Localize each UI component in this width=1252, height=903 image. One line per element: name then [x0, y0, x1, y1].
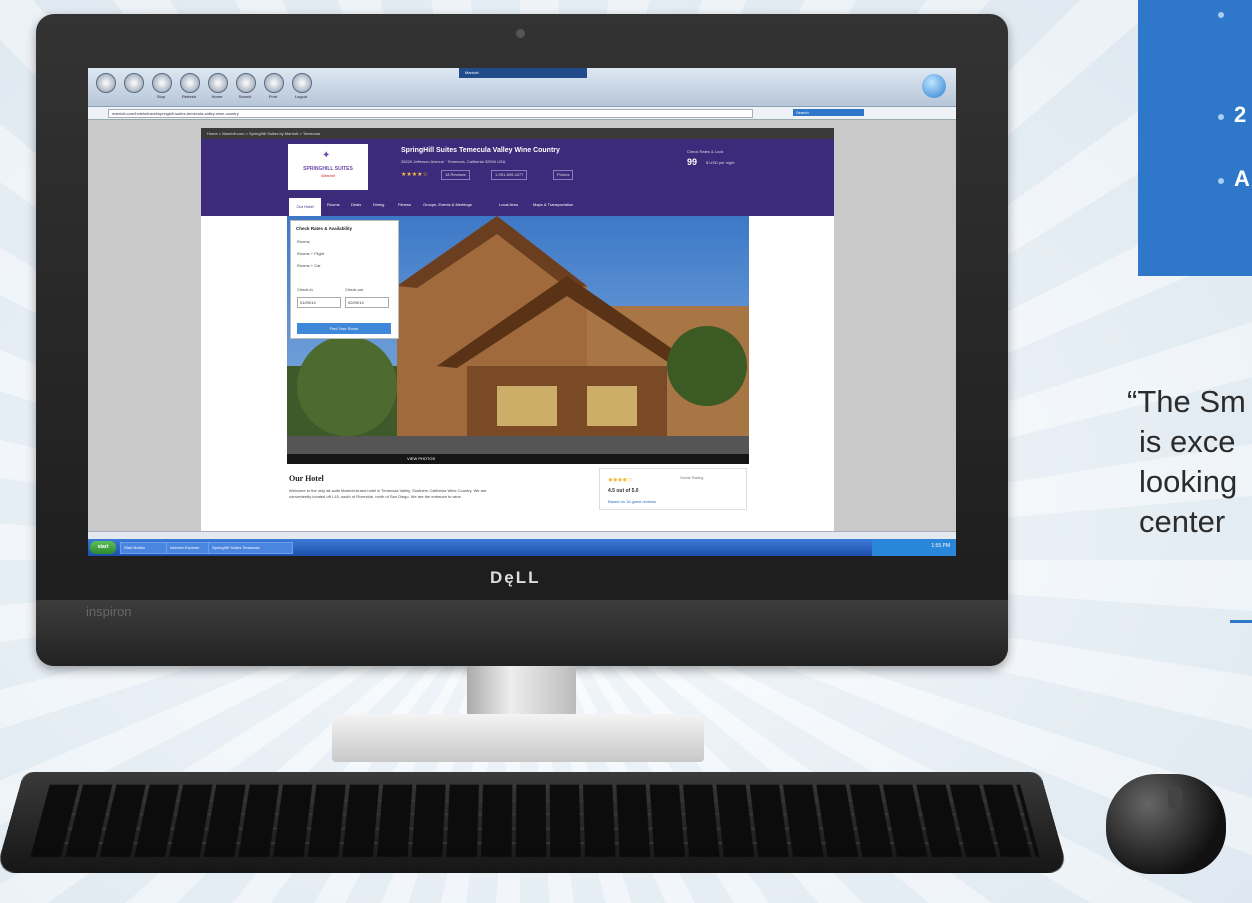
- search-icon[interactable]: [236, 73, 256, 93]
- section-title: Our Hotel: [289, 474, 324, 483]
- option-rooms-car[interactable]: Rooms + Car: [297, 263, 321, 268]
- find-room-button[interactable]: Find Your Room: [297, 323, 391, 334]
- tab-our-hotel[interactable]: Our Hotel: [289, 198, 321, 216]
- hotel-nav: Our Hotel Rooms Deals Dining Fitness Gro…: [201, 194, 834, 216]
- search-input[interactable]: Search: [793, 109, 864, 116]
- hotel-stars: ★★★★☆: [401, 172, 428, 178]
- quote-line: “The Sm: [1127, 384, 1246, 419]
- clock: 1:55 PM: [931, 543, 950, 549]
- hotel-logo[interactable]: ✦ SPRINGHILL SUITES Marriott: [288, 144, 368, 190]
- mouse-wheel: [1168, 786, 1182, 810]
- option-rooms[interactable]: Rooms: [297, 239, 310, 244]
- photo-caption-bar: VIEW PHOTOS: [287, 454, 749, 464]
- mouse: [1106, 774, 1226, 874]
- monitor-chin: [36, 600, 1008, 666]
- availability-widget: Check Rates & Availability Rooms Rooms +…: [290, 220, 399, 339]
- view-photos-link[interactable]: VIEW PHOTOS: [407, 456, 435, 461]
- task-item[interactable]: Internet Explorer: [166, 542, 211, 554]
- availability-title: Check Rates & Availability: [296, 226, 353, 231]
- task-item[interactable]: Start Button: [120, 542, 169, 554]
- feature-panel: 2 A: [1138, 0, 1252, 276]
- forward-icon[interactable]: [124, 73, 144, 93]
- rating-stars: ●●●●○: [608, 475, 633, 484]
- bullet-icon: [1218, 114, 1224, 120]
- back-icon[interactable]: [96, 73, 116, 93]
- tab-fitness[interactable]: Fitness: [398, 202, 411, 207]
- option-rooms-flight[interactable]: Rooms + Flight: [297, 251, 324, 256]
- logo-name: SPRINGHILL SUITES: [303, 166, 353, 172]
- quote-line: center: [1139, 504, 1226, 539]
- home-icon[interactable]: [208, 73, 228, 93]
- tab-local-area[interactable]: Local Area: [499, 202, 518, 207]
- browser-globe-icon: [922, 74, 946, 98]
- hotel-name: SpringHill Suites Temecula Valley Wine C…: [401, 147, 560, 154]
- keyboard-keys: [30, 784, 1040, 857]
- model-label: inspiron: [86, 604, 132, 619]
- refresh-icon[interactable]: [180, 73, 200, 93]
- feature-bullet-text: A: [1234, 166, 1250, 191]
- rate-label: Check Rates & Look: [687, 149, 724, 154]
- browser-toolbar: Marriott Stop Refresh Home Search Print …: [88, 68, 956, 107]
- toolbar-label: Refresh: [181, 94, 196, 99]
- brand-logo: DęLL: [490, 568, 541, 587]
- rating-badge: Guest Rating: [680, 475, 704, 480]
- web-page: Home > Marriott.com > SpringHill Suites …: [201, 128, 834, 533]
- webcam-icon: [516, 29, 525, 38]
- toolbar-label: Print: [268, 94, 278, 99]
- rating-link[interactable]: Based on 18 guest reviews: [608, 499, 656, 504]
- screen: Marriott Stop Refresh Home Search Print …: [88, 68, 956, 556]
- toolbar-label: Logout: [294, 94, 308, 99]
- url-input[interactable]: marriott.com/hotels/travel/springhill-su…: [108, 109, 753, 118]
- monitor-neck: [467, 666, 576, 718]
- quote-line: looking: [1139, 464, 1238, 499]
- testimonial-quote: “The Sm is exce looking center: [1127, 382, 1252, 542]
- logo-star-icon: ✦: [322, 150, 331, 161]
- bullet-icon: [1218, 12, 1224, 18]
- tab-deals[interactable]: Deals: [351, 202, 361, 207]
- checkin-label: Check-in: [297, 287, 313, 292]
- start-button[interactable]: start: [90, 541, 116, 554]
- print-icon[interactable]: [264, 73, 284, 93]
- rating-box: ●●●●○ 4.5 out of 5.0 Based on 18 guest r…: [599, 468, 747, 510]
- logout-icon[interactable]: [292, 73, 312, 93]
- rating-score: 4.5 out of 5.0: [608, 488, 639, 494]
- task-item[interactable]: SpringHill Suites Temecula: [208, 542, 293, 554]
- breadcrumb[interactable]: Home > Marriott.com > SpringHill Suites …: [201, 128, 834, 139]
- logo-sub: Marriott: [321, 173, 335, 178]
- rate-value: 99: [687, 157, 698, 167]
- hotel-description: Welcome to the only all-suite Marriott-b…: [289, 488, 487, 499]
- phone-link[interactable]: 1-951-699-4477: [491, 170, 528, 180]
- toolbar-label: Search: [238, 94, 252, 99]
- checkin-field[interactable]: 01/09/13: [297, 297, 341, 308]
- feature-bullet-text: 2: [1234, 102, 1247, 127]
- toolbar-label: Home: [211, 94, 223, 99]
- tab-groups[interactable]: Groups, Events & Meetings: [423, 202, 472, 207]
- hotel-header: ✦ SPRINGHILL SUITES Marriott SpringHill …: [201, 139, 834, 194]
- tab-rooms[interactable]: Rooms: [327, 202, 340, 207]
- rate-unit: $ USD per night: [706, 160, 735, 165]
- bullet-icon: [1218, 178, 1224, 184]
- address-bar: marriott.com/hotels/travel/springhill-su…: [88, 107, 956, 120]
- tab-dining[interactable]: Dining: [373, 202, 384, 207]
- quote-divider: [1230, 620, 1252, 623]
- toolbar-label: Stop: [156, 94, 166, 99]
- tab-maps[interactable]: Maps & Transportation: [533, 202, 573, 207]
- quote-line: is exce: [1139, 424, 1236, 459]
- taskbar: start Start Button Internet Explorer Spr…: [88, 539, 956, 556]
- stop-icon[interactable]: [152, 73, 172, 93]
- hotel-address: 28220 Jefferson Avenue · Temecula, Calif…: [401, 159, 506, 164]
- keyboard: [0, 771, 1069, 873]
- system-tray: 1:55 PM: [872, 539, 956, 556]
- photos-link[interactable]: Photos: [553, 170, 574, 180]
- checkout-label: Check-out: [345, 287, 364, 292]
- checkout-field[interactable]: 02/09/13: [345, 297, 389, 308]
- browser-tab[interactable]: Marriott: [459, 68, 587, 78]
- monitor-base: [332, 714, 704, 762]
- reviews-link[interactable]: 18 Reviews: [441, 170, 470, 180]
